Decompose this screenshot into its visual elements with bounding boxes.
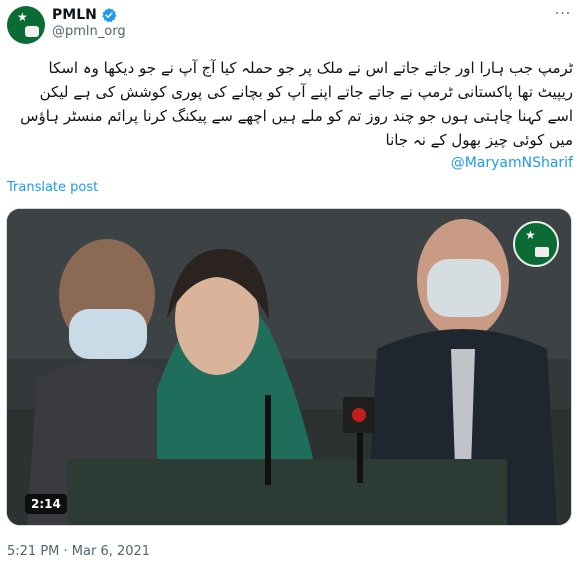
video-duration: 2:14 (25, 494, 67, 514)
star-icon: ★ (17, 10, 28, 24)
translate-post-link[interactable]: Translate post (7, 180, 98, 196)
display-name[interactable]: PMLN (52, 6, 97, 24)
post-text-line: اسے کہنا چاہتی ہوں جو چند روز تم کو ملے … (20, 107, 573, 125)
video-frame (7, 209, 571, 525)
more-options-icon[interactable]: ··· (551, 4, 575, 24)
star-icon: ★ (525, 228, 536, 242)
tiger-emblem-icon (535, 247, 549, 257)
post-text-line: ٹرمپ جب ہارا اور جاتے جاتے اس نے ملک پر … (48, 59, 574, 77)
mention-link[interactable]: @MaryamNSharif (6, 152, 573, 174)
post-text: ٹرمپ جب ہارا اور جاتے جاتے اس نے ملک پر … (6, 56, 573, 174)
name-row: PMLN (52, 6, 117, 24)
post-timestamp[interactable]: 5:21 PM · Mar 6, 2021 (7, 544, 150, 560)
video-player[interactable]: ★ 2:14 (6, 208, 572, 526)
verified-badge-icon (101, 8, 117, 23)
tiger-emblem-icon (25, 26, 39, 37)
avatar[interactable]: ★ (7, 6, 45, 44)
post-header: ★ PMLN @pmln_org ··· (0, 0, 583, 50)
pmln-logo-icon: ★ (513, 221, 559, 267)
user-handle[interactable]: @pmln_org (52, 24, 126, 40)
post-text-line: میں کوئی چیز بھول کے نہ جانا (385, 131, 573, 149)
post-text-line: ریپیٹ تھا پاکستانی ٹرمپ نے جاتے جاتے اپن… (39, 83, 573, 101)
